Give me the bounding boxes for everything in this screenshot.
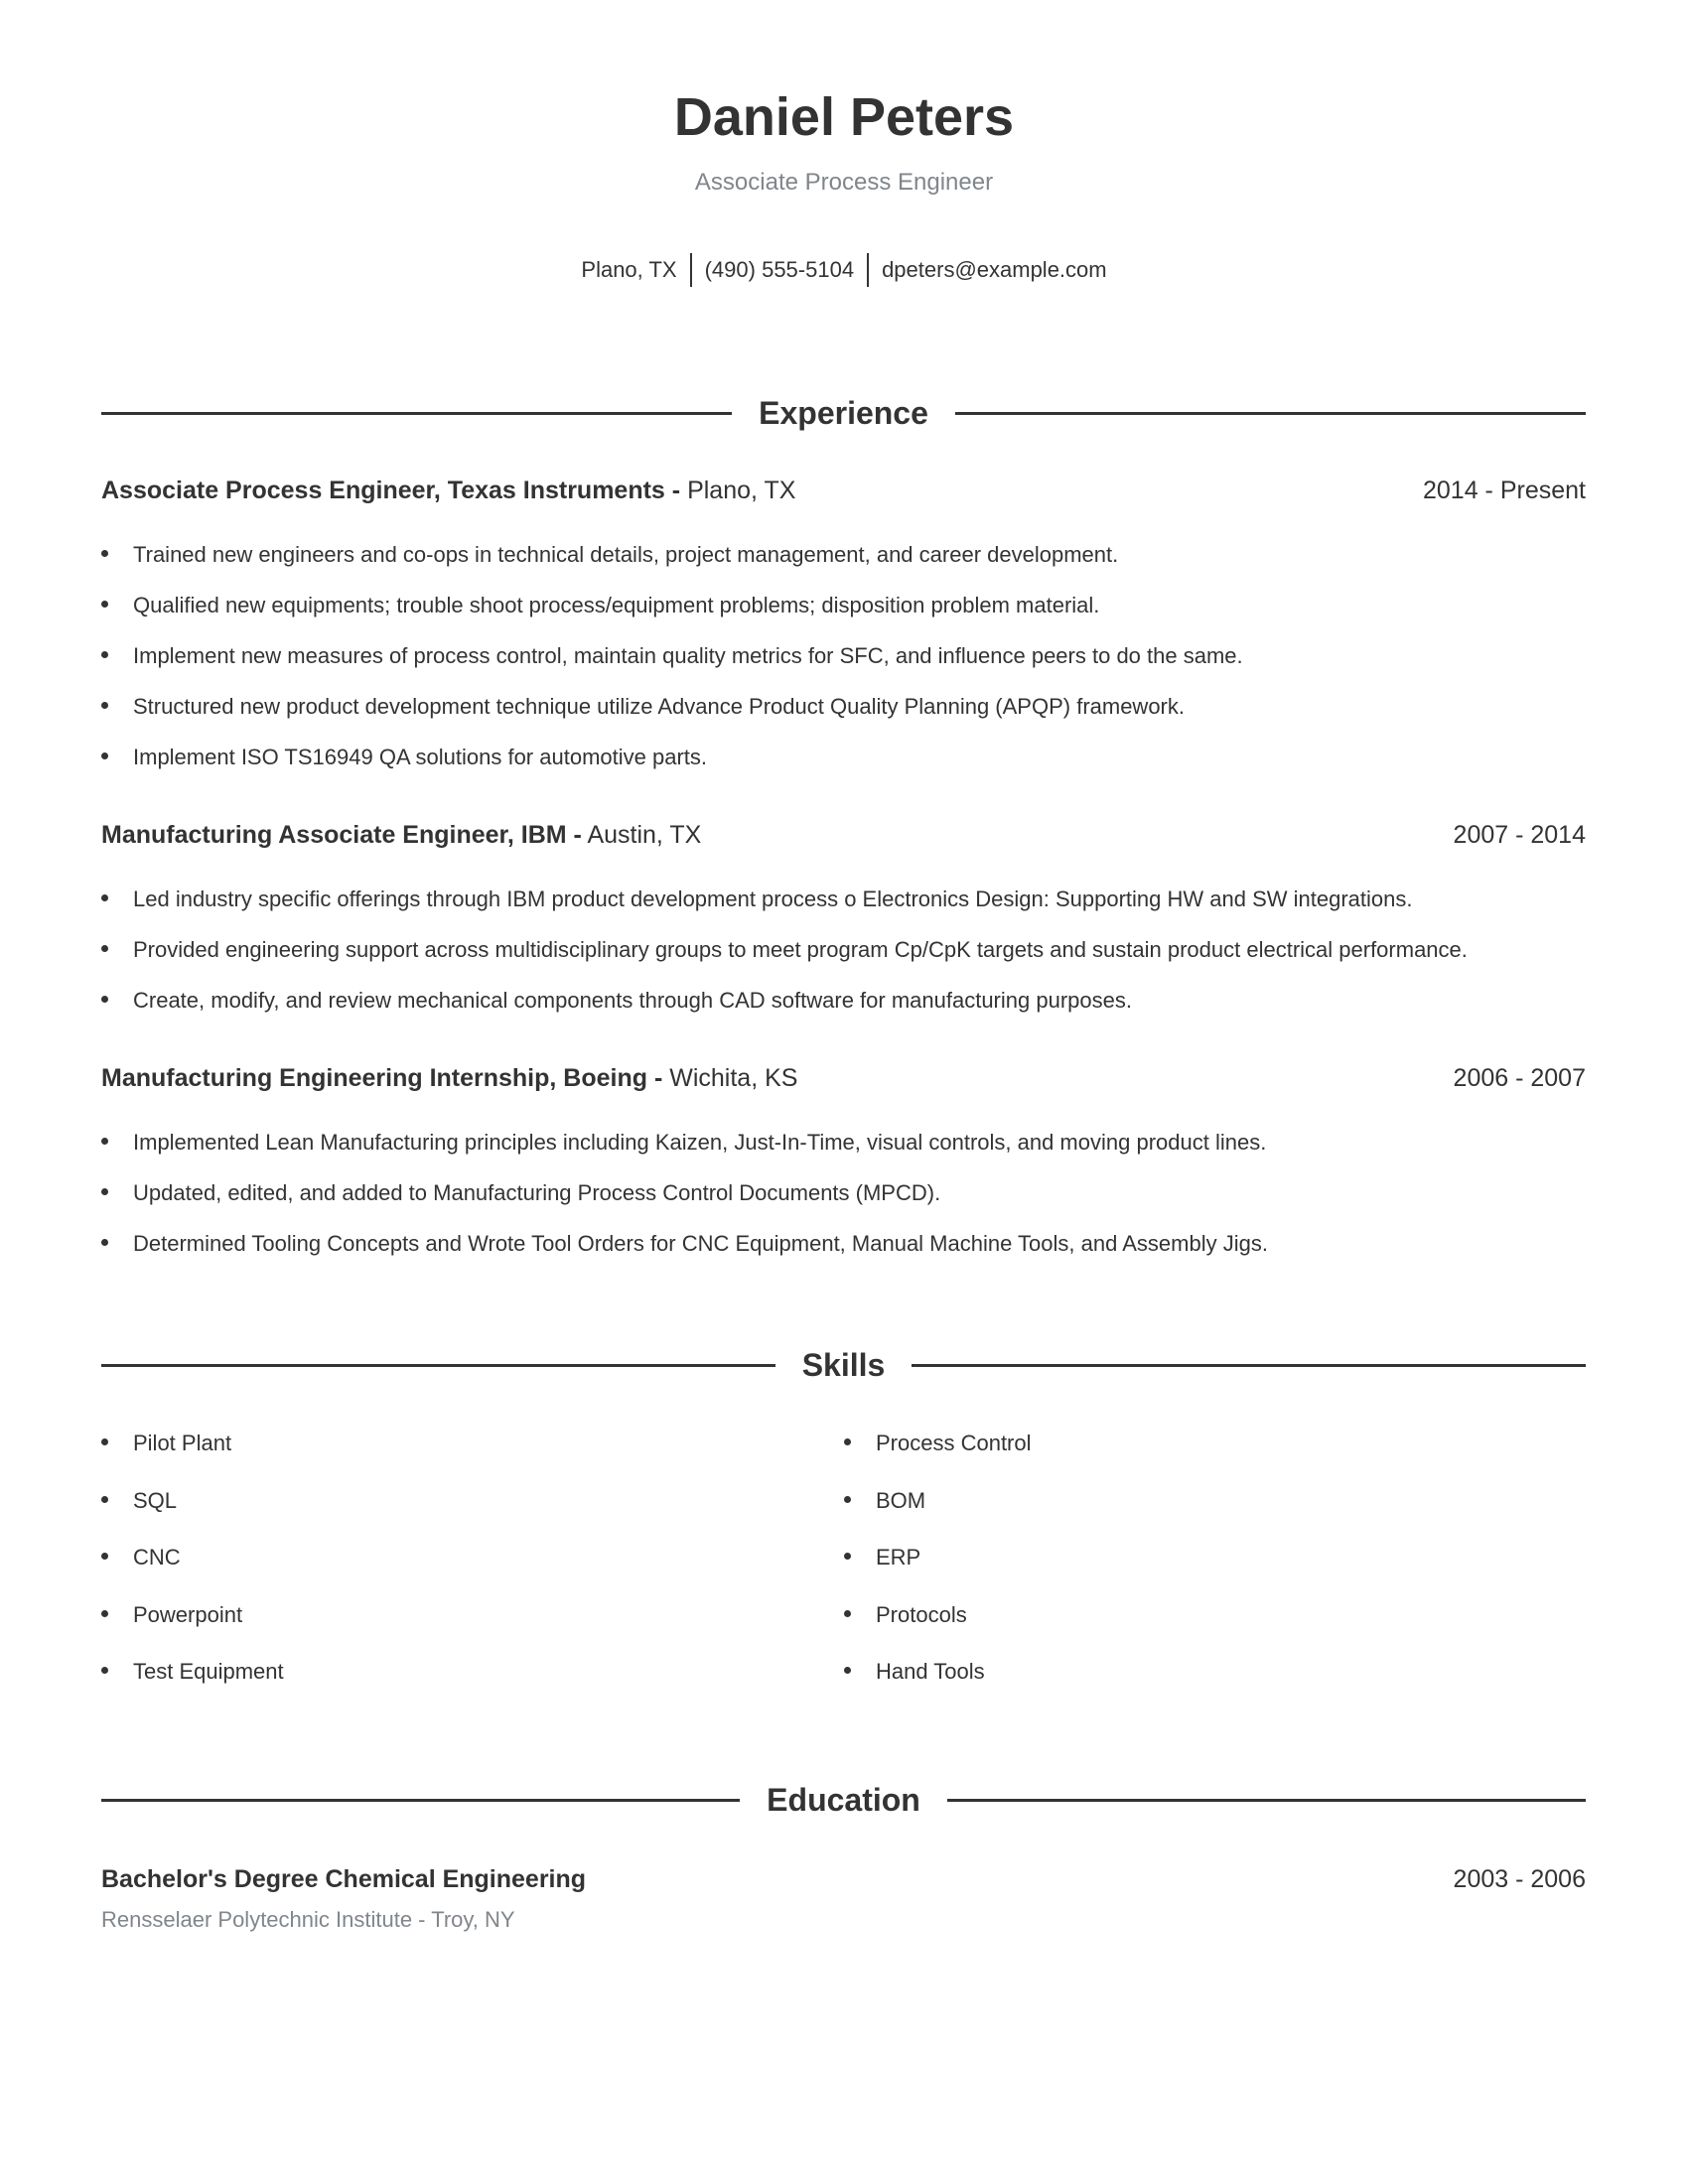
section-rule [101,1363,775,1367]
job-role: Associate Process Engineer, Texas Instru… [101,477,681,504]
skill-text: CNC [133,1545,181,1570]
job-entry-header: Manufacturing Engineering Internship, Bo… [101,1066,1586,1091]
bullet-text: Implement new measures of process contro… [133,643,1243,668]
section-rule [912,1363,1587,1367]
bullet-text: Trained new engineers and co-ops in tech… [133,542,1119,567]
section-header-education: Education [101,1780,1587,1820]
section-rule [101,411,733,415]
bullet-icon [101,1610,108,1617]
school-name: Rensselaer Polytechnic Institute - Troy,… [101,1907,515,1932]
job-title-line: Associate Process Engineer, Texas Instru… [101,478,795,503]
bullet-icon [101,550,108,557]
bullet-text: Implement ISO TS16949 QA solutions for a… [133,745,707,769]
bullet-text: Implemented Lean Manufacturing principle… [133,1130,1267,1155]
bullet-icon [101,996,108,1003]
bullet-text: Qualified new equipments; trouble shoot … [133,593,1100,617]
bullet-text: Determined Tooling Concepts and Wrote To… [133,1231,1268,1256]
section-rule [946,1798,1587,1802]
skill-text: Process Control [876,1431,1032,1455]
job-location: Wichita, KS [669,1064,798,1092]
candidate-title: Associate Process Engineer [694,169,994,196]
section-rule [101,1798,741,1802]
education-dates: 2003 - 2006 [1453,1865,1586,1893]
bullet-text: Structured new product development techn… [133,694,1185,719]
job-entry-header: Manufacturing Associate Engineer, IBM - … [101,823,1586,848]
skill-text: ERP [876,1545,921,1570]
bullet-icon [101,702,108,709]
job-dates: 2014 - Present [1423,477,1586,504]
bullet-text: Led industry specific offerings through … [133,887,1413,911]
contact-info: Plano, TX (490) 555-5104 dpeters@example… [0,253,1688,287]
candidate-name: Daniel Peters [673,87,1015,147]
section-rule [954,411,1587,415]
bullet-icon [844,1438,851,1445]
section-header-experience: Experience [101,393,1587,433]
contact-email[interactable]: dpeters@example.com [869,259,1120,281]
bullet-text: Create, modify, and review mechanical co… [133,988,1132,1013]
skill-text: BOM [876,1488,926,1513]
bullet-text: Updated, edited, and added to Manufactur… [133,1180,941,1205]
bullet-icon [844,1610,851,1617]
bullet-icon [101,601,108,608]
education-entry-header: Bachelor's Degree Chemical Engineering 2… [101,1867,1586,1892]
bullet-icon [101,1438,108,1445]
bullet-icon [101,894,108,901]
skill-text: Test Equipment [133,1659,284,1684]
job-dates: 2007 - 2014 [1453,821,1586,849]
bullet-text: Provided engineering support across mult… [133,937,1468,962]
contact-location: Plano, TX [581,257,677,282]
bullet-icon [101,1553,108,1560]
skill-text: Pilot Plant [133,1431,232,1455]
bullet-icon [101,1239,108,1246]
job-location: Plano, TX [687,477,796,504]
bullet-icon [844,1496,851,1503]
bullet-icon [101,945,108,952]
skill-text: SQL [133,1488,178,1513]
bullet-icon [101,1667,108,1674]
section-header-skills: Skills [101,1345,1587,1385]
job-entry-header: Associate Process Engineer, Texas Instru… [101,478,1586,503]
bullet-icon [844,1553,851,1560]
bullet-icon [101,1188,108,1195]
bullet-icon [101,651,108,658]
skill-text: Powerpoint [133,1602,243,1627]
job-role: Manufacturing Associate Engineer, IBM - [101,821,582,849]
contact-phone: (490) 555-5104 [704,257,855,282]
bullet-icon [101,1496,108,1503]
job-title-line: Manufacturing Engineering Internship, Bo… [101,1066,797,1091]
job-title-line: Manufacturing Associate Engineer, IBM - … [101,823,701,848]
job-role: Manufacturing Engineering Internship, Bo… [101,1064,663,1092]
section-title: Experience [759,395,928,431]
degree-name: Bachelor's Degree Chemical Engineering [101,1865,587,1893]
skill-text: Hand Tools [876,1659,985,1684]
job-location: Austin, TX [587,821,702,849]
bullet-icon [844,1667,851,1674]
job-dates: 2006 - 2007 [1453,1064,1586,1092]
bullet-icon [101,1138,108,1145]
section-title: Skills [801,1347,886,1383]
skill-text: Protocols [876,1602,967,1627]
section-title: Education [767,1782,920,1818]
bullet-icon [101,752,108,759]
